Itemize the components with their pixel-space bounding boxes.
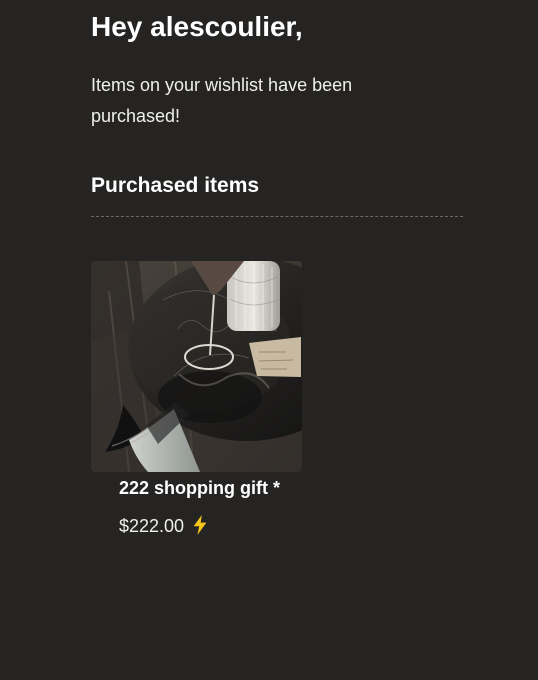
wishlist-purchase-message: Items on your wishlist have been purchas… xyxy=(91,75,353,126)
dashed-divider xyxy=(91,216,463,217)
product-price-row: $222.00 xyxy=(119,514,289,538)
product-price: $222.00 xyxy=(119,516,185,536)
lightning-icon xyxy=(192,515,208,535)
purchased-item-card[interactable]: 222 shopping gift * $222.00 xyxy=(91,261,303,536)
greeting-heading: Hey alescoulier, xyxy=(91,11,303,42)
purchased-items-heading: Purchased items xyxy=(91,174,260,197)
product-name[interactable]: 222 shopping gift * xyxy=(119,473,289,504)
product-info: 222 shopping gift * $222.00 xyxy=(119,473,289,538)
product-image[interactable] xyxy=(91,261,302,472)
